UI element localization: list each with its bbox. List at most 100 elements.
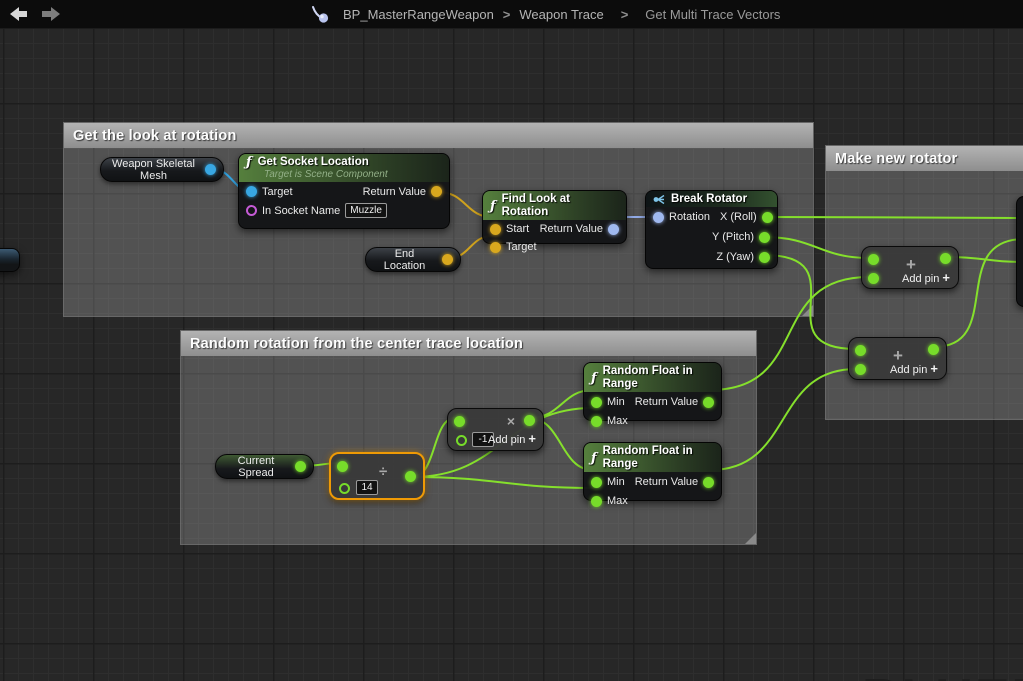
breadcrumb-separator: > bbox=[621, 7, 629, 22]
add-pin-button[interactable]: Add pin + bbox=[488, 431, 536, 446]
output-pin-return-value[interactable] bbox=[703, 397, 714, 408]
add-pin-button[interactable]: Add pin + bbox=[890, 361, 938, 376]
pin-label: In Socket Name bbox=[262, 205, 340, 217]
node-title: Random Float in Range bbox=[603, 445, 714, 471]
breadcrumb-graph[interactable]: Weapon Trace bbox=[519, 7, 603, 22]
input-pin-socket-name[interactable] bbox=[246, 205, 257, 216]
variable-label: Current Spread bbox=[223, 455, 289, 479]
node-find-look-at-rotation[interactable]: ƒ Find Look at Rotation Start Return Val… bbox=[482, 190, 627, 244]
back-arrow-tail bbox=[18, 11, 27, 17]
comment-header[interactable]: Random rotation from the center trace lo… bbox=[181, 331, 756, 356]
node-title: Get Socket Location bbox=[258, 156, 369, 169]
add-pin-label: Add pin bbox=[890, 364, 927, 376]
output-pin-return-value[interactable] bbox=[431, 186, 442, 197]
output-pin-vector[interactable] bbox=[442, 254, 453, 265]
output-pin-roll[interactable] bbox=[762, 212, 773, 223]
graph-navigation-bar: BP_MasterRangeWeapon > Weapon Trace > Ge… bbox=[0, 0, 1023, 29]
plus-icon: + bbox=[528, 431, 536, 446]
node-current-spread[interactable]: Current Spread bbox=[215, 454, 314, 479]
input-pin-b[interactable] bbox=[855, 364, 866, 375]
node-make-rotator-partial[interactable] bbox=[1016, 196, 1023, 307]
pin-label: Return Value bbox=[635, 396, 698, 408]
node-multiply[interactable]: -1 × Add pin + bbox=[447, 408, 544, 451]
plus-icon: + bbox=[942, 270, 950, 285]
output-pin-float[interactable] bbox=[295, 461, 306, 472]
add-pin-label: Add pin bbox=[902, 273, 939, 285]
input-pin-max[interactable] bbox=[591, 416, 602, 427]
graph-canvas[interactable]: Get the look at rotation Make new rotato… bbox=[0, 0, 1023, 681]
node-end-location[interactable]: End Location bbox=[365, 247, 461, 272]
forward-arrow-icon bbox=[51, 7, 60, 21]
breadcrumb-current-node[interactable]: Get Multi Trace Vectors bbox=[645, 7, 780, 22]
output-pin-return-value[interactable] bbox=[703, 477, 714, 488]
function-icon: ƒ bbox=[591, 373, 597, 384]
pin-label: Target bbox=[506, 241, 537, 253]
comment-resize-grip[interactable] bbox=[745, 533, 756, 544]
pin-label: Return Value bbox=[363, 186, 426, 198]
input-pin-start[interactable] bbox=[490, 224, 501, 235]
input-pin-rotation[interactable] bbox=[653, 212, 664, 223]
comment-title: Make new rotator bbox=[835, 151, 957, 167]
output-pin-return-value[interactable] bbox=[608, 224, 619, 235]
pin-label: Max bbox=[607, 495, 628, 507]
divide-value-field[interactable]: 14 bbox=[356, 480, 378, 495]
output-pin-result[interactable] bbox=[405, 471, 416, 482]
input-pin-b[interactable] bbox=[868, 273, 879, 284]
multiply-operator-icon: × bbox=[507, 414, 515, 429]
output-pin-pitch[interactable] bbox=[759, 232, 770, 243]
pin-label: Rotation bbox=[669, 211, 710, 223]
input-pin-a[interactable] bbox=[855, 345, 866, 356]
input-pin-b[interactable] bbox=[339, 483, 350, 494]
node-partial-left[interactable] bbox=[0, 248, 20, 272]
output-pin-result[interactable] bbox=[524, 415, 535, 426]
pin-label: Min bbox=[607, 396, 625, 408]
pin-label: Max bbox=[607, 415, 628, 427]
node-random-float-in-range-2[interactable]: ƒ Random Float in Range Min Return Value… bbox=[583, 442, 722, 501]
variable-label: Weapon Skeletal Mesh bbox=[108, 158, 199, 182]
output-pin-yaw[interactable] bbox=[759, 252, 770, 263]
input-pin-min[interactable] bbox=[591, 397, 602, 408]
back-arrow-button[interactable] bbox=[10, 6, 30, 22]
node-header: ƒ Random Float in Range bbox=[584, 363, 721, 392]
input-pin-max[interactable] bbox=[591, 496, 602, 507]
node-subtitle: Target is Scene Component bbox=[239, 169, 449, 182]
comment-title: Random rotation from the center trace lo… bbox=[190, 336, 523, 352]
node-weapon-skeletal-mesh[interactable]: Weapon Skeletal Mesh bbox=[100, 157, 224, 182]
node-header: Break Rotator bbox=[646, 191, 777, 207]
output-pin-object[interactable] bbox=[205, 164, 216, 175]
pin-label: Target bbox=[262, 186, 293, 198]
input-pin-a[interactable] bbox=[337, 461, 348, 472]
node-add-pitch[interactable]: + Add pin + bbox=[861, 246, 959, 289]
add-pin-button[interactable]: Add pin + bbox=[902, 270, 950, 285]
function-icon: ƒ bbox=[246, 157, 252, 168]
input-pin-target[interactable] bbox=[490, 242, 501, 253]
comment-header[interactable]: Get the look at rotation bbox=[64, 123, 813, 148]
input-pin-a[interactable] bbox=[454, 416, 465, 427]
input-pin-min[interactable] bbox=[591, 477, 602, 488]
variable-label: End Location bbox=[373, 248, 436, 272]
pin-label: Y (Pitch) bbox=[712, 231, 754, 243]
node-add-yaw[interactable]: + Add pin + bbox=[848, 337, 947, 380]
output-pin-result[interactable] bbox=[940, 253, 951, 264]
comment-title: Get the look at rotation bbox=[73, 128, 237, 144]
input-pin-target[interactable] bbox=[246, 186, 257, 197]
node-break-rotator[interactable]: Break Rotator Rotation X (Roll) Y (Pitch… bbox=[645, 190, 778, 269]
blueprint-graph-icon bbox=[310, 3, 332, 25]
comment-header[interactable]: Make new rotator bbox=[826, 146, 1023, 171]
input-pin-a[interactable] bbox=[868, 254, 879, 265]
breadcrumb-blueprint[interactable]: BP_MasterRangeWeapon bbox=[343, 7, 494, 22]
pin-label: Start bbox=[506, 223, 529, 235]
node-random-float-in-range-1[interactable]: ƒ Random Float in Range Min Return Value… bbox=[583, 362, 722, 421]
blueprint-editor: Get the look at rotation Make new rotato… bbox=[0, 0, 1023, 681]
output-pin-result[interactable] bbox=[928, 344, 939, 355]
function-icon: ƒ bbox=[591, 453, 597, 464]
node-divide-selected[interactable]: 14 ÷ bbox=[329, 452, 425, 500]
socket-name-field[interactable]: Muzzle bbox=[345, 203, 387, 218]
node-title: Find Look at Rotation bbox=[502, 193, 619, 219]
node-get-socket-location[interactable]: ƒ Get Socket Location Target is Scene Co… bbox=[238, 153, 450, 229]
node-header: ƒ Get Socket Location bbox=[239, 154, 449, 170]
comment-resize-grip[interactable] bbox=[802, 305, 813, 316]
forward-arrow-button[interactable] bbox=[40, 6, 60, 22]
pin-label: Return Value bbox=[635, 476, 698, 488]
input-pin-b[interactable] bbox=[456, 435, 467, 446]
